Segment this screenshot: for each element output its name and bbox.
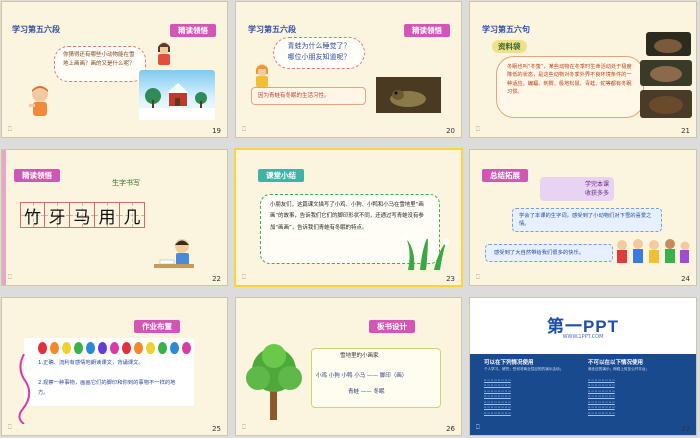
section-tag: 作业布置 <box>134 320 180 333</box>
slide-number: 24 <box>681 275 690 283</box>
question-line-2: 哪位小朋友知道呢？ <box>287 53 351 62</box>
balloon-icon <box>182 342 191 354</box>
question-bubble: 你猜得还有哪些小动物能在雪地上画画？画的又是什么呢？ <box>54 46 146 82</box>
gain-note: 学完本课收获多多 <box>540 177 614 201</box>
girl-illustration <box>153 40 175 66</box>
homework-item-2: 2.观察一种事物，画画它们的脚印和你到的事物不一样的地方。 <box>38 380 176 397</box>
question-bubble: 青蛙为什么睡觉了？ 哪位小朋友知道呢？ <box>273 37 365 69</box>
section-tag: 课堂小结 <box>258 169 304 182</box>
summary-item-1: 学会了本课的生字词，感受到了小动物们对下雪的喜爱之情。 <box>512 208 662 232</box>
character: 几 <box>123 207 141 228</box>
child-illustration <box>27 84 53 120</box>
slide-number: 25 <box>212 425 221 433</box>
slide-icon: ⎕ <box>242 274 246 281</box>
hibernating-animal-image-1 <box>646 32 691 56</box>
character-grid: 竹 牙 马 用 几 <box>20 202 145 228</box>
slide-number: 23 <box>446 275 455 283</box>
slide-thumbnail-24[interactable]: 总结拓展 学完本课收获多多 学会了本课的生字词，感受到了小动物们对下雪的喜爱之情… <box>469 149 697 286</box>
snow-scene-image <box>139 70 215 120</box>
slide-number: 26 <box>446 425 455 433</box>
balloon-icon <box>110 342 119 354</box>
section-tag: 总结拓展 <box>482 169 528 182</box>
character: 用 <box>98 207 116 228</box>
slide-sorter-grid: 学习第五六段 精读领悟 你猜得还有哪些小动物能在雪地上画画？画的又是什么呢？ ⎕… <box>0 0 700 438</box>
slide-title: 学习第五六段 <box>248 25 296 34</box>
balloon-icon <box>122 342 131 354</box>
slide-thumbnail-26[interactable]: 板书设计 雪地里的小画家 小鸡 小狗 小鸭 小马 —— 脚印（画） 青蛙 —— … <box>235 297 462 436</box>
slide-thumbnail-20[interactable]: 学习第五六段 精读领悟 青蛙为什么睡觉了？ 哪位小朋友知道呢？ 因为青蛙有冬眠的… <box>235 1 462 138</box>
character-cell: 马 <box>70 202 95 228</box>
balloon-icon <box>74 342 83 354</box>
slide-thumbnail-23[interactable]: 课堂小结 小朋友们，这篇课文描写了小鸡、小狗、小鸭和小马在雪地里“画画”的故事，… <box>234 148 463 287</box>
slide-icon: ⎕ <box>8 274 12 281</box>
slide-icon: ⎕ <box>476 424 480 431</box>
flower-illustration <box>398 230 453 270</box>
info-badge: 资料袋 <box>492 40 527 53</box>
slide-icon: ⎕ <box>242 126 246 133</box>
slide-icon: ⎕ <box>242 424 246 431</box>
character: 竹 <box>24 207 41 228</box>
tree-illustration <box>244 342 304 422</box>
ribbon-decoration <box>14 353 34 425</box>
slide-number: 27 <box>681 425 690 433</box>
allowed-link-list: ▫ ▫ ▫ ▫ ▫ ▫ ▫ ▫ ▫ ▫ ▫ ▫ ▫ ▫ ▫ ▫ ▫ ▫ ▫ ▫ ▫ … <box>484 378 511 415</box>
children-group-illustration <box>610 235 692 269</box>
character-cell: 牙 <box>45 202 70 228</box>
slide-thumbnail-22[interactable]: 精读领悟 生字书写 竹 牙 马 用 几 ⎕ 22 <box>1 149 228 286</box>
slide-thumbnail-27[interactable]: 第一PPT WWW.1PPT.COM 可以在下列情况使用 不可以在以下情况使用 … <box>469 297 697 436</box>
balloon-icon <box>62 342 71 354</box>
balloon-icon <box>146 342 155 354</box>
accent-bar <box>2 150 6 285</box>
slide-icon: ⎕ <box>476 126 480 133</box>
answer-box: 因为青蛙有冬眠的生活习性。 <box>251 87 366 105</box>
disallowed-link-list: ▫ ▫ ▫ ▫ ▫ ▫ ▫ ▫ ▫ ▫ ▫ ▫ ▫ ▫ ▫ ▫ ▫ ▫ ▫ ▫ ▫ … <box>588 378 615 415</box>
character-cell: 竹 <box>20 202 45 228</box>
slide-thumbnail-25[interactable]: 作业布置 1.正确、流利有感情地朗读课文，背诵课文。 2.观察一种事物，画画它们… <box>1 297 228 436</box>
hibernating-animal-image-3 <box>640 90 692 118</box>
brand-url: WWW.1PPT.COM <box>562 334 604 340</box>
question-line-1: 青蛙为什么睡觉了？ <box>287 42 351 50</box>
slide-number: 22 <box>212 275 221 283</box>
section-tag: 精读领悟 <box>14 169 60 182</box>
hibernating-animal-image-2 <box>640 60 692 86</box>
character-cell: 几 <box>120 202 145 228</box>
balloon-icon <box>86 342 95 354</box>
board-title: 雪地里的小画家 <box>340 353 379 359</box>
balloon-icon <box>98 342 107 354</box>
slide-icon: ⎕ <box>8 424 12 431</box>
homework-item-1: 1.正确、流利有感情地朗读课文，背诵课文。 <box>38 360 144 366</box>
slide-icon: ⎕ <box>476 274 480 281</box>
slide-title: 学习第五六句 <box>482 25 530 34</box>
section-tag: 精读领悟 <box>170 24 216 37</box>
slide-icon: ⎕ <box>8 126 12 133</box>
balloon-icon <box>134 342 143 354</box>
info-bubble: 冬眠也叫“冬蛰”，某些动物在冬季时生命活动处于极度降低的状态，是这些动物对冬季外… <box>496 56 644 118</box>
character: 牙 <box>48 207 66 228</box>
slide-title: 学习第五六段 <box>12 25 60 34</box>
slide-number: 19 <box>212 127 221 135</box>
balloon-icon <box>170 342 179 354</box>
slide-thumbnail-19[interactable]: 学习第五六段 精读领悟 你猜得还有哪些小动物能在雪地上画画？画的又是什么呢？ ⎕… <box>1 1 228 138</box>
board-line-2: 青蛙 —— 冬眠 <box>348 389 385 395</box>
allowed-text: 个人学习、研究；任何非商业性目的的演示活动； <box>484 367 564 371</box>
allowed-heading: 可以在下列情况使用 <box>484 360 534 366</box>
balloon-icon <box>158 342 167 354</box>
balloon-icon <box>50 342 59 354</box>
girl-illustration <box>251 62 273 88</box>
section-heading: 生字书写 <box>112 179 140 187</box>
frog-image <box>376 77 441 113</box>
slide-thumbnail-21[interactable]: 学习第五六句 资料袋 冬眠也叫“冬蛰”，某些动物在冬季时生命活动处于极度降低的状… <box>469 1 697 138</box>
summary-item-2: 感受到了大自然带给我们很多的快乐。 <box>485 244 613 262</box>
disallowed-heading: 不可以在以下情况使用 <box>588 360 644 366</box>
character: 马 <box>73 207 91 228</box>
character-cell: 用 <box>95 202 120 228</box>
slide-number: 20 <box>446 127 455 135</box>
board-line-1: 小鸡 小狗 小鸭 小马 —— 脚印（画） <box>316 373 408 379</box>
slide-number: 21 <box>681 127 690 135</box>
section-tag: 板书设计 <box>369 320 415 333</box>
section-tag: 精读领悟 <box>404 24 450 37</box>
balloon-icon <box>38 342 47 354</box>
writing-child-illustration <box>152 234 200 274</box>
disallowed-text: 商业目的演示；网络上传至公开平台； <box>588 367 650 371</box>
